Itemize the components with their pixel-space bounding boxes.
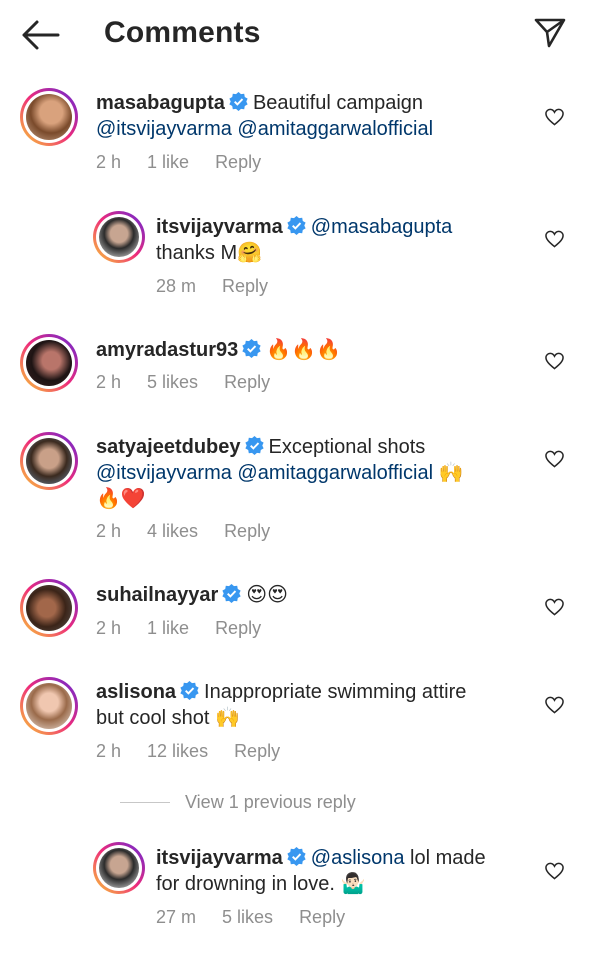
likes-count[interactable]: 1 like [147, 618, 189, 638]
likes-count[interactable]: 5 likes [147, 372, 198, 392]
comment-body: for drowning in love. 🤷🏻‍♂️ [156, 873, 366, 895]
verified-icon [222, 584, 241, 603]
username[interactable]: satyajeetdubey [96, 436, 241, 458]
avatar[interactable] [20, 432, 78, 490]
avatar[interactable] [20, 88, 78, 146]
mention-link[interactable]: @itsvijayvarma @amitaggarwalofficial [96, 118, 433, 140]
reply-button[interactable]: Reply [299, 907, 345, 927]
likes-count[interactable]: 1 like [147, 152, 189, 172]
timestamp: 2 h [96, 618, 122, 638]
mention-link[interactable]: @masabagupta [311, 216, 453, 238]
timestamp: 27 m [156, 907, 197, 927]
comment-meta: 27 m 5 likes Reply [156, 907, 371, 928]
timestamp: 2 h [96, 372, 122, 392]
comment-text: itsvijayvarma @masabagupta thanks M🤗 [156, 214, 536, 266]
divider [120, 802, 170, 803]
mention-link[interactable]: @itsvijayvarma @amitaggarwalofficial [96, 462, 433, 484]
verified-icon [244, 436, 264, 455]
reply-button[interactable]: Reply [224, 521, 270, 541]
avatar[interactable] [20, 334, 78, 392]
reply-button[interactable]: Reply [215, 618, 261, 638]
heart-icon[interactable] [545, 862, 564, 880]
view-previous-replies[interactable]: View 1 previous reply [120, 792, 356, 813]
comment-text: masabagupta Beautiful campaign @itsvijayv… [96, 90, 536, 142]
comment-body: Exceptional shots [268, 436, 426, 458]
likes-count[interactable]: 5 likes [222, 907, 273, 927]
comment-meta: 2 h 5 likes Reply [96, 372, 296, 393]
username[interactable]: amyradastur93 [96, 339, 238, 361]
emoji: 🔥❤️ [96, 488, 146, 510]
paper-plane-icon[interactable] [532, 14, 568, 50]
comment-text: amyradastur93 🔥🔥🔥 [96, 337, 536, 363]
avatar[interactable] [20, 677, 78, 735]
avatar[interactable] [93, 842, 145, 894]
heart-icon[interactable] [545, 696, 564, 714]
verified-icon [287, 847, 306, 866]
timestamp: 2 h [96, 152, 122, 172]
reply-button[interactable]: Reply [224, 372, 270, 392]
likes-count[interactable]: 12 likes [147, 741, 208, 761]
emoji: 🙌 [438, 462, 464, 484]
comment-body: 🔥🔥🔥 [266, 339, 342, 361]
verified-icon [242, 339, 261, 358]
comment-body: thanks M🤗 [156, 242, 263, 264]
timestamp: 28 m [156, 276, 197, 296]
verified-icon [180, 681, 199, 700]
verified-icon [229, 92, 248, 111]
avatar[interactable] [20, 579, 78, 637]
avatar[interactable] [93, 211, 145, 263]
username[interactable]: aslisona [96, 681, 176, 703]
comment-meta: 2 h 12 likes Reply [96, 741, 306, 762]
comment-meta: 2 h 1 like Reply [96, 618, 287, 639]
likes-count[interactable]: 4 likes [147, 521, 198, 541]
comment-body: Beautiful campaign [252, 92, 424, 114]
heart-icon[interactable] [545, 352, 564, 370]
heart-icon[interactable] [545, 108, 564, 126]
heart-icon[interactable] [545, 230, 564, 248]
timestamp: 2 h [96, 521, 122, 541]
comment-body: but cool shot 🙌 [96, 707, 240, 729]
comment-body: 😍😍 [246, 584, 288, 606]
reply-button[interactable]: Reply [234, 741, 280, 761]
comment-body: lol made [410, 847, 486, 869]
comment-text: itsvijayvarma @aslisona lol made for drow… [156, 845, 536, 897]
view-previous-label: View 1 previous reply [185, 792, 356, 812]
reply-button[interactable]: Reply [215, 152, 261, 172]
reply-button[interactable]: Reply [222, 276, 268, 296]
comment-text: aslisona Inappropriate swimming attire bu… [96, 679, 536, 731]
comment-meta: 2 h 1 like Reply [96, 152, 287, 173]
verified-icon [287, 216, 306, 235]
heart-icon[interactable] [545, 450, 564, 468]
header: Comments [0, 0, 595, 70]
timestamp: 2 h [96, 741, 122, 761]
comment-text: suhailnayyar 😍😍 [96, 582, 536, 608]
heart-icon[interactable] [545, 598, 564, 616]
comment-body: Inappropriate swimming attire [204, 681, 467, 703]
page-title: Comments [104, 16, 261, 49]
comment-meta: 2 h 4 likes Reply [96, 521, 296, 542]
username[interactable]: itsvijayvarma [156, 216, 283, 238]
username[interactable]: suhailnayyar [96, 584, 218, 606]
comment-meta: 28 m Reply [156, 276, 294, 297]
mention-link[interactable]: @aslisona [311, 847, 405, 869]
comment-text: satyajeetdubey Exceptional shots @itsvija… [96, 434, 536, 512]
username[interactable]: masabagupta [96, 92, 225, 114]
arrow-left-icon[interactable] [20, 18, 60, 52]
username[interactable]: itsvijayvarma [156, 847, 283, 869]
